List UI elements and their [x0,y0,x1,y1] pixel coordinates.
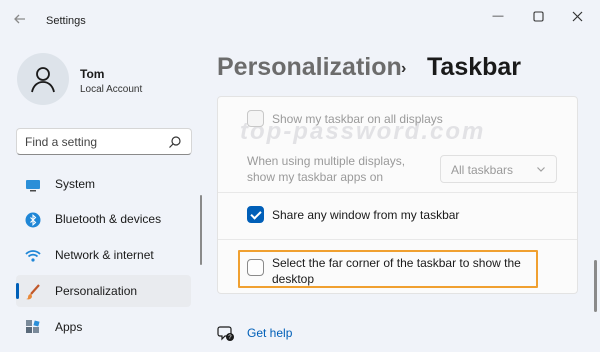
share-window-label: Share any window from my taskbar [272,208,460,222]
show-all-displays-checkbox[interactable] [247,110,264,127]
far-corner-checkbox[interactable] [247,259,264,276]
sidebar-item-bluetooth[interactable]: Bluetooth & devices [16,203,191,235]
search-input[interactable]: Find a setting [16,128,192,155]
sidebar-item-label: Apps [55,320,83,334]
search-placeholder: Find a setting [25,135,98,149]
apps-icon [26,320,40,333]
sidebar-item-system[interactable]: System [16,168,191,200]
sidebar-item-label: Network & internet [55,248,154,262]
back-button[interactable] [10,9,30,29]
help-icon: ? [217,326,234,341]
title-bar: Settings — [0,0,600,36]
multiple-displays-label-line1: When using multiple displays, [247,154,406,168]
divider [218,192,577,193]
sidebar-item-apps[interactable]: Apps [16,311,191,343]
main-scrollbar[interactable] [594,260,597,312]
multiple-displays-label-line2: show my taskbar apps on [247,170,384,184]
get-help-link[interactable]: Get help [247,326,292,340]
person-icon [31,67,55,93]
dropdown-value: All taskbars [451,163,514,177]
maximize-button[interactable] [518,6,558,26]
sidebar-item-label: System [55,177,96,191]
breadcrumb-parent[interactable]: Personalization [217,53,402,82]
chevron-right-icon: › [401,60,407,77]
show-all-displays-label: Show my taskbar on all displays [272,112,443,126]
far-corner-label-line1: Select the far corner of the taskbar to … [272,256,521,270]
page-title: Taskbar [427,53,522,81]
sidebar-item-label: Bluetooth & devices [55,212,162,226]
maximize-icon [532,10,544,22]
close-button[interactable] [557,6,597,26]
app-title: Settings [46,15,86,27]
chevron-down-icon [537,167,545,172]
wifi-icon [25,250,41,262]
user-name: Tom [80,67,105,81]
close-icon [572,11,582,21]
system-icon [26,180,40,192]
minimize-button[interactable]: — [478,6,518,26]
far-corner-label-line2: desktop [272,272,315,286]
settings-window: Settings — Tom Local Account Find a sett… [0,0,600,352]
sidebar-item-label: Personalization [55,284,138,298]
selection-indicator [16,283,19,299]
share-window-checkbox[interactable] [247,206,264,223]
arrow-left-icon [14,14,25,24]
sidebar-item-personalization[interactable]: Personalization [16,275,191,307]
minimize-icon: — [492,10,504,22]
account-type: Local Account [80,84,143,95]
brush-icon [26,284,40,300]
sidebar-scrollbar[interactable] [200,195,202,265]
sidebar-item-network[interactable]: Network & internet [16,239,191,271]
search-icon [169,136,181,148]
bluetooth-icon [25,212,41,228]
taskbar-apps-dropdown[interactable]: All taskbars [440,155,557,183]
divider [218,239,577,240]
avatar[interactable] [17,53,69,105]
